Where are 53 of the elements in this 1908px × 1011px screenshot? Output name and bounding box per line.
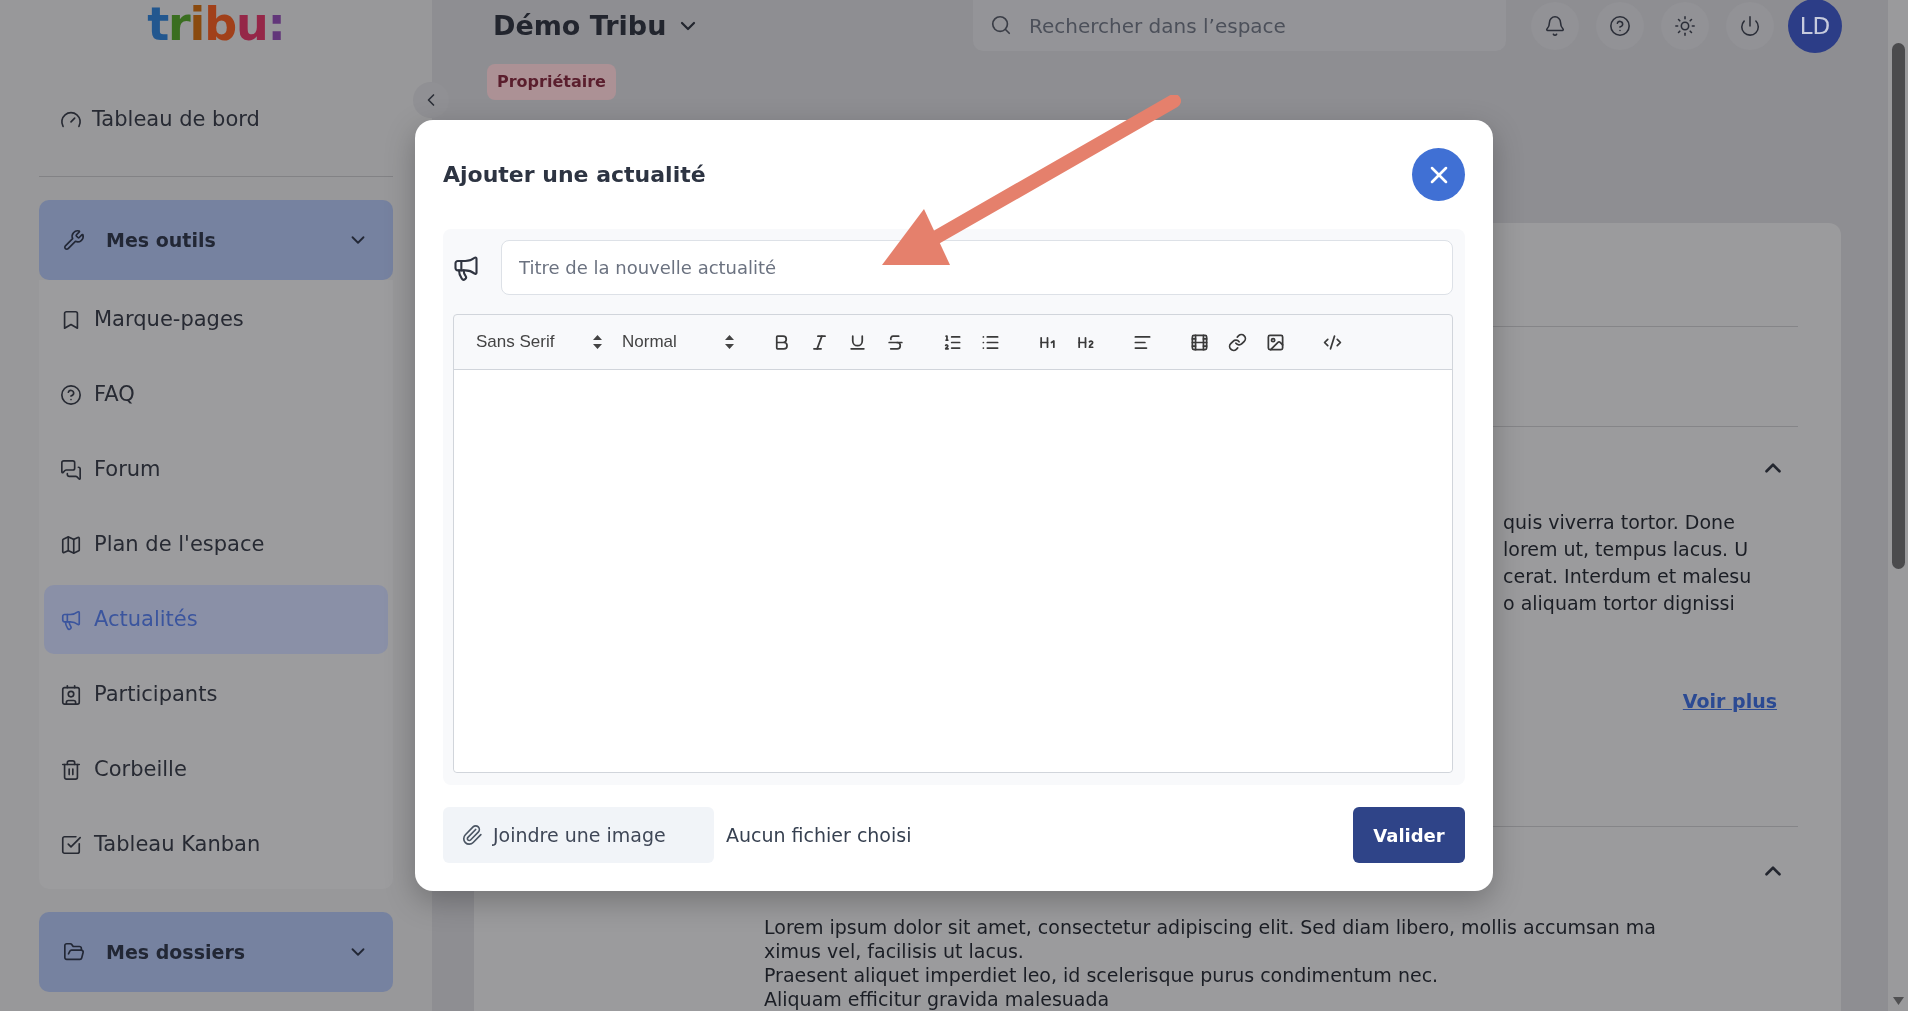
up-down-arrows-icon bbox=[725, 335, 734, 349]
map-icon bbox=[60, 533, 82, 556]
sidebar-section-header[interactable]: Mes dossiers bbox=[39, 912, 393, 992]
sidebar-item[interactable]: Corbeille bbox=[44, 735, 388, 804]
strikethrough-icon bbox=[885, 332, 905, 352]
megaphone-icon bbox=[452, 253, 480, 282]
chat-bubbles-icon bbox=[60, 458, 82, 481]
modal-title: Ajouter une actualité bbox=[443, 161, 706, 189]
sidebar-item[interactable]: Tableau Kanban bbox=[44, 810, 388, 879]
code-icon bbox=[1322, 332, 1342, 352]
logo: tribu: bbox=[147, 0, 285, 48]
see-more-link[interactable]: Voir plus bbox=[1682, 687, 1777, 716]
article-text: Lorem ipsum dolor sit amet, consectetur adipiscing elit. Sed diam libero, mollis accumsan ma ximus vel, facilisis ut lacus. Praesent aliquet imperdiet leo, id scelerisque purus condimentum nec. Aliquam efficitur gravida malesuada bbox=[764, 914, 1656, 1011]
up-down-arrows-icon bbox=[593, 335, 602, 349]
help-icon bbox=[60, 383, 82, 406]
sidebar-item[interactable]: Forum bbox=[44, 435, 388, 504]
trash-icon bbox=[60, 758, 82, 781]
film-icon bbox=[1189, 332, 1209, 352]
search-field[interactable]: Rechercher dans l’espace bbox=[973, 0, 1506, 51]
bell-icon bbox=[1544, 15, 1566, 37]
sun-icon bbox=[1674, 15, 1696, 37]
sidebar-item[interactable]: Plan de l'espace bbox=[44, 510, 388, 579]
dashboard-link[interactable]: Tableau de bord bbox=[39, 100, 393, 140]
checkbox-icon bbox=[60, 833, 82, 856]
paperclip-icon bbox=[461, 824, 483, 846]
title-input[interactable]: Titre de la nouvelle actualité bbox=[501, 240, 1453, 295]
megaphone-icon bbox=[60, 608, 82, 631]
scrollbar-thumb[interactable] bbox=[1891, 43, 1905, 569]
numbered-list-icon bbox=[942, 332, 962, 352]
space-switcher[interactable]: Démo Tribu bbox=[493, 5, 701, 47]
link-icon bbox=[1227, 332, 1247, 352]
attach-image-button[interactable]: Joindre une image bbox=[443, 807, 714, 863]
sidebar-item[interactable]: FAQ bbox=[44, 360, 388, 429]
size-picker[interactable]: Normal bbox=[622, 329, 734, 355]
sidebar-section-header[interactable]: Mes outils bbox=[39, 200, 393, 280]
folder-icon bbox=[63, 941, 85, 963]
sidebar-item[interactable]: Marque-pages bbox=[44, 285, 388, 354]
font-picker[interactable]: Sans Serif bbox=[476, 329, 602, 355]
submit-button[interactable]: Valider bbox=[1353, 807, 1465, 863]
file-status: Aucun fichier choisi bbox=[726, 822, 912, 848]
role-badge: Propriétaire bbox=[487, 64, 616, 100]
power-icon bbox=[1739, 15, 1761, 37]
image-icon bbox=[1265, 332, 1285, 352]
underline-icon bbox=[847, 332, 867, 352]
article-text-fragment: quis viverra tortor. Done lorem ut, tempus lacus. U cerat. Interdum et malesu o aliquam tortor dignissi bbox=[1503, 510, 1752, 616]
wrench-icon bbox=[63, 229, 85, 251]
search-icon bbox=[990, 14, 1012, 36]
contact-card-icon bbox=[60, 683, 82, 706]
help-icon bbox=[1609, 15, 1631, 37]
sidebar-item[interactable]: Participants bbox=[44, 660, 388, 729]
close-button[interactable] bbox=[1412, 148, 1465, 201]
scroll-down-arrow-icon[interactable] bbox=[1892, 997, 1904, 1005]
user-avatar[interactable]: LD bbox=[1788, 0, 1842, 53]
